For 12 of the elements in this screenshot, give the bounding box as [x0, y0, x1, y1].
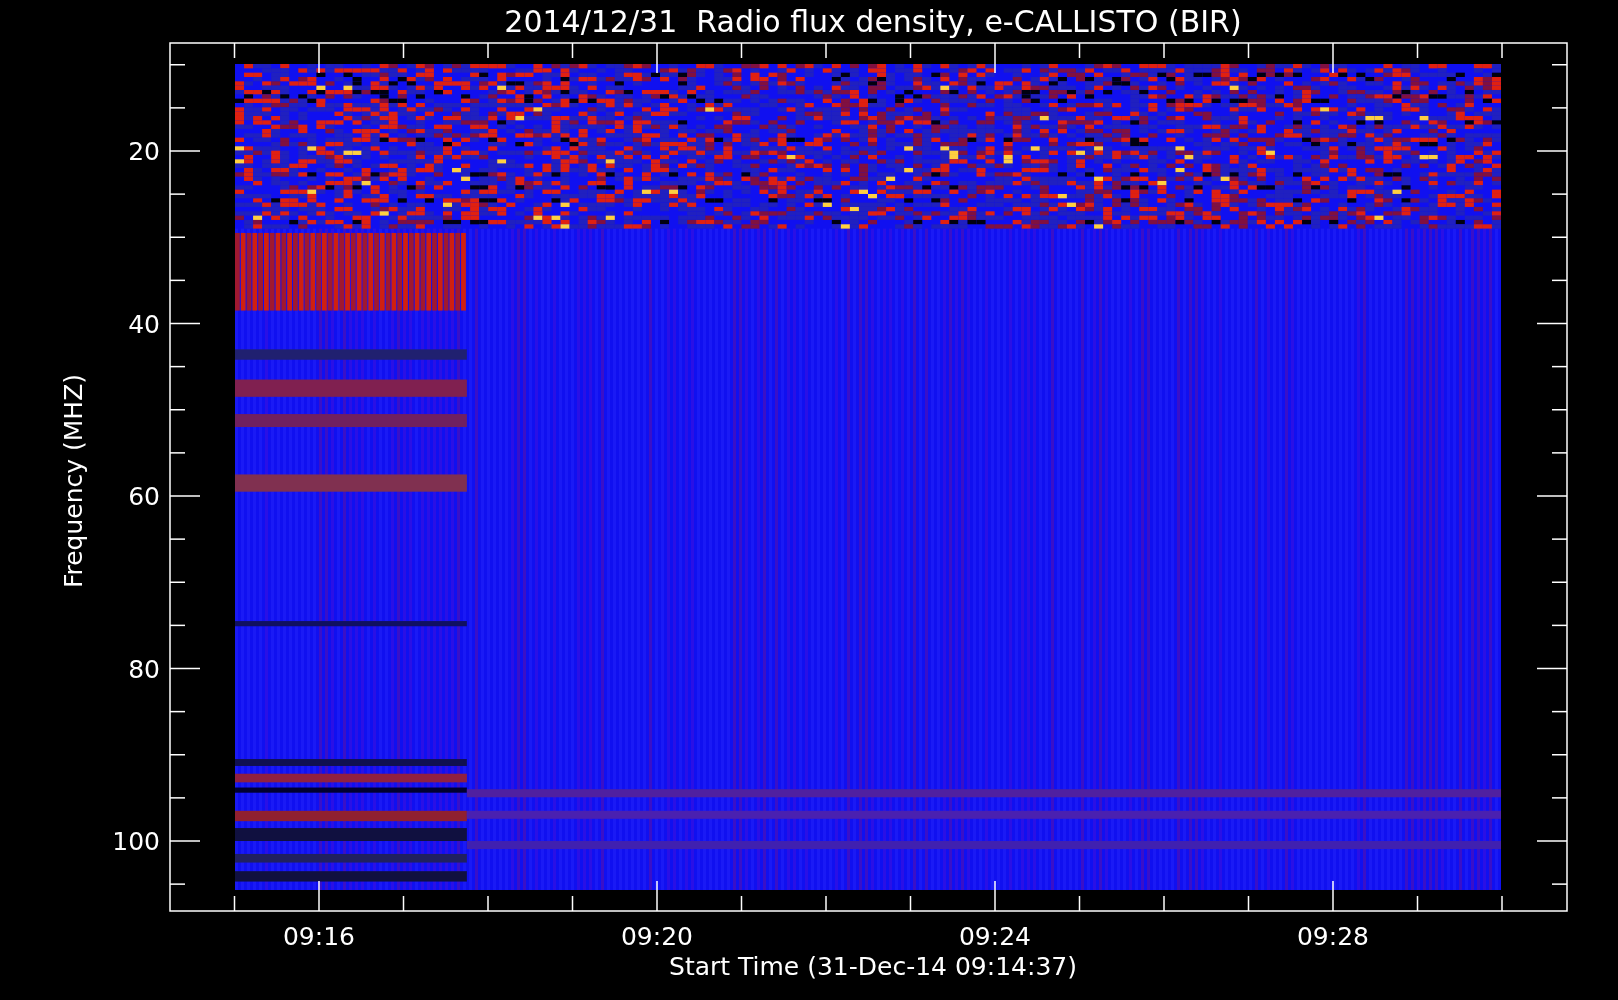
y-axis-label: Frequency (MHZ) — [59, 373, 88, 589]
y-tick-label: 60 — [128, 482, 160, 511]
x-tick-label: 09:20 — [621, 922, 693, 951]
x-tick-label: 09:16 — [283, 922, 355, 951]
x-tick-label: 09:28 — [1297, 922, 1369, 951]
x-tick-label: 09:24 — [959, 922, 1031, 951]
y-tick-label: 20 — [128, 137, 160, 166]
y-tick-label: 100 — [112, 827, 160, 856]
x-axis-label: Start Time (31-Dec-14 09:14:37) — [669, 952, 1077, 981]
chart-title: 2014/12/31 Radio flux density, e-CALLISTO (BIR) — [504, 4, 1242, 39]
y-tick-label: 80 — [128, 654, 160, 684]
y-tick-label: 40 — [128, 309, 160, 339]
